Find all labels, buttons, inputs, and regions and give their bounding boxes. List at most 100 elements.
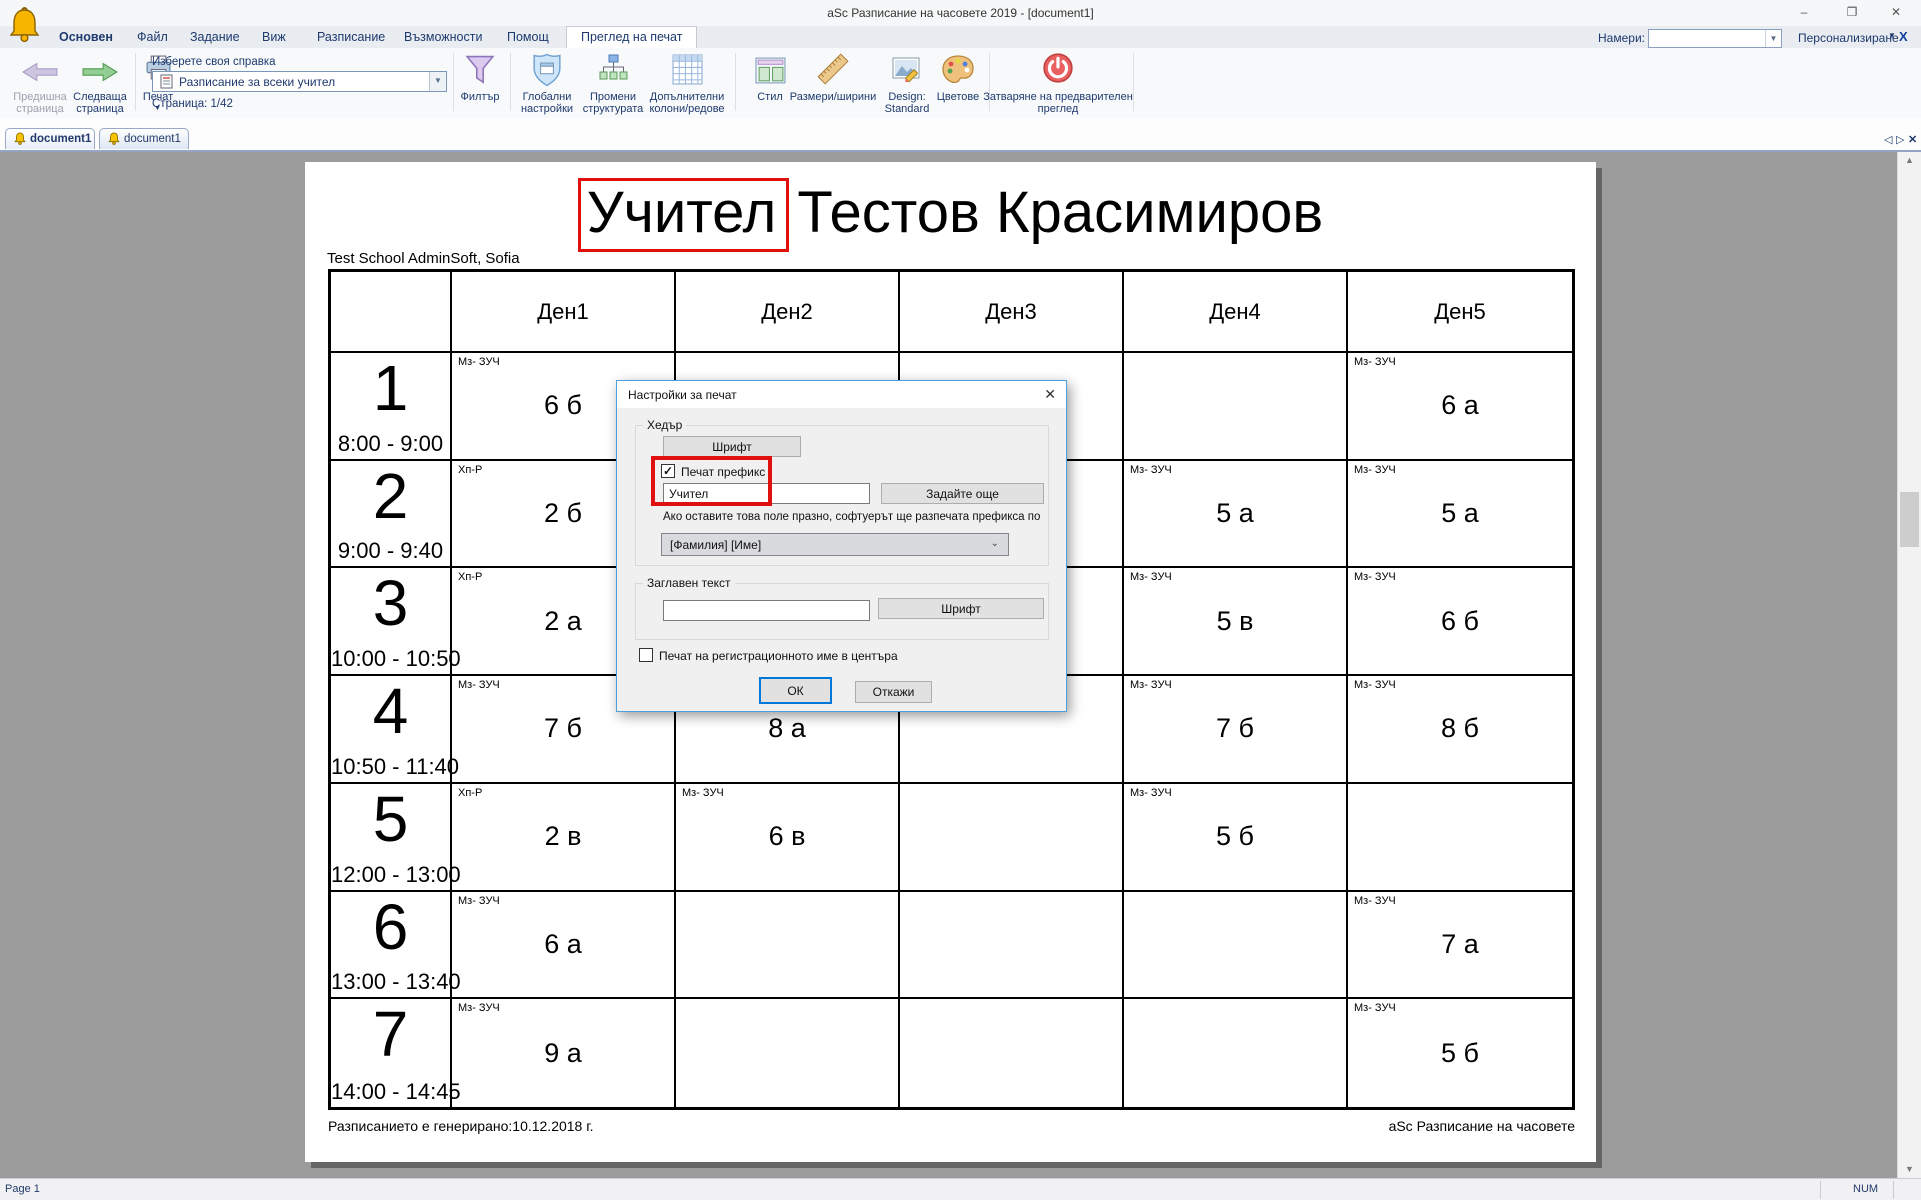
application-window: aSc Разписание на часовете 2019 - [docum… (0, 0, 1921, 1200)
scroll-up-icon[interactable]: ▲ (1898, 152, 1921, 169)
colors-button[interactable]: Цветове (933, 91, 983, 103)
school-name: Test School AdminSoft, Sofia (327, 250, 520, 267)
tab-print-preview[interactable]: Преглед на печат (566, 26, 697, 48)
lesson-cell (900, 999, 1124, 1107)
dialog-title-bar[interactable]: Настройки за печат ✕ (617, 381, 1066, 408)
annotation-red-box (651, 456, 772, 506)
document-tab-2[interactable]: document1 (99, 128, 189, 149)
lesson-class: 7 а (1348, 892, 1572, 998)
filter-button[interactable]: Филтър (455, 91, 505, 103)
close-preview-button[interactable]: Затваряне на предварителен преглед (983, 91, 1133, 115)
report-combobox-value: Разписание за всеки учител (179, 75, 335, 89)
chevron-down-icon[interactable]: ⌄ (991, 538, 999, 549)
center-name-label[interactable]: Печат на регистрационното име в центъра (659, 649, 898, 663)
report-select-label: Изберете своя справка (152, 56, 276, 68)
page-counter: Страница: 1/42 (152, 98, 233, 110)
scroll-down-icon[interactable]: ▼ (1898, 1161, 1921, 1178)
lesson-class: 5 в (1124, 568, 1346, 674)
tab-close-icon[interactable]: ✕ (1908, 133, 1917, 146)
define-more-button[interactable]: Задайте още (881, 483, 1044, 504)
period-time: 9:00 - 9:40 (331, 538, 450, 564)
extra-columns-icon[interactable] (672, 54, 703, 90)
next-page-button[interactable]: Следваща страница (67, 91, 133, 115)
chevron-down-icon[interactable]: ▼ (429, 72, 446, 91)
report-combobox[interactable]: Разписание за всеки учител ▼ (152, 71, 447, 92)
period-time: 12:00 - 13:00 (331, 862, 450, 888)
lesson-cell (900, 784, 1124, 892)
tab-scroll-right-icon[interactable]: ▷ (1896, 133, 1904, 146)
extra-columns-button[interactable]: Допълнителни колони/редове (645, 91, 729, 115)
app-bell-icon[interactable] (9, 4, 40, 49)
menu-item-6[interactable]: Възможности (404, 30, 482, 44)
lesson-cell: Мз- ЗУЧ6 а (452, 892, 676, 1000)
name-format-dropdown[interactable]: [Фамилия] [Име] ⌄ (661, 533, 1009, 556)
menu-item-2[interactable]: Файл (137, 30, 168, 44)
close-button[interactable]: ✕ (1885, 2, 1907, 22)
find-label: Намери: (1598, 31, 1645, 45)
title-text-input[interactable] (663, 600, 870, 621)
lesson-class: 5 а (1348, 461, 1572, 567)
ribbon-tab-row: Основен Файл Задание Виж Разписание Възможнос… (0, 26, 1921, 49)
ok-button[interactable]: ОК (759, 677, 832, 704)
lesson-cell (1124, 892, 1348, 1000)
tab-scroll-left-icon[interactable]: ◁ (1884, 133, 1892, 146)
find-input[interactable]: ▼ (1648, 29, 1782, 48)
document-tab-strip: document1 document1 ◁ ▷ ✕ (0, 118, 1921, 150)
header-font-button[interactable]: Шрифт (663, 436, 801, 457)
design-icon[interactable] (892, 56, 922, 89)
lesson-class: 9 а (452, 999, 674, 1107)
ruler-icon[interactable] (817, 53, 849, 90)
center-name-checkbox[interactable] (639, 648, 653, 662)
dialog-close-icon[interactable]: ✕ (1044, 386, 1056, 403)
personalize-close-icon[interactable]: X (1899, 29, 1908, 44)
title-bar: aSc Разписание на часовете 2019 - [docum… (0, 0, 1921, 26)
global-settings-icon[interactable] (532, 53, 562, 92)
filter-icon[interactable] (465, 54, 495, 92)
document-tab-1[interactable]: document1 (5, 128, 95, 149)
previous-page-button[interactable]: Предишна страница (7, 91, 73, 115)
next-page-icon[interactable] (82, 62, 118, 87)
period-number: 3 (331, 570, 450, 636)
menu-item-4[interactable]: Виж (262, 30, 286, 44)
chevron-down-icon[interactable]: ▼ (1765, 30, 1781, 47)
personalize-menu[interactable]: Персонализиране (1798, 31, 1899, 45)
brand-footer: aSc Разписание на часовете (1389, 1118, 1575, 1134)
period-number: 2 (331, 463, 450, 529)
previous-page-icon[interactable] (22, 62, 58, 87)
report-icon (159, 74, 174, 89)
status-num: NUM (1853, 1183, 1878, 1195)
timetable-corner-cell (331, 272, 452, 353)
personalize-caret-icon[interactable]: ▼ (1888, 31, 1896, 40)
document-tab-label: document1 (124, 133, 181, 145)
vertical-scrollbar[interactable]: ▲ ▼ (1897, 152, 1921, 1180)
style-icon[interactable] (755, 57, 786, 89)
period-time: 14:00 - 14:45 (331, 1079, 450, 1105)
design-standard-button[interactable]: Design: Standard (879, 91, 935, 115)
menu-item-5[interactable]: Разписание (317, 30, 385, 44)
change-structure-button[interactable]: Промени структурата (581, 91, 645, 115)
menu-item-7[interactable]: Помощ (507, 30, 549, 44)
period-cell-3: 310:00 - 10:50 (331, 568, 452, 676)
lesson-cell: Мз- ЗУЧ5 б (1124, 784, 1348, 892)
global-settings-button[interactable]: Глобални настройки (517, 91, 577, 115)
close-preview-power-icon[interactable] (1042, 52, 1074, 89)
lesson-cell: Мз- ЗУЧ9 а (452, 999, 676, 1107)
sizes-widths-button[interactable]: Размери/ширини (780, 91, 886, 103)
lesson-class: 6 а (1348, 353, 1572, 459)
maximize-button[interactable]: ❐ (1841, 2, 1863, 22)
status-bar: Page 1 NUM (0, 1178, 1921, 1200)
scrollbar-thumb[interactable] (1900, 492, 1919, 547)
period-number: 6 (331, 894, 450, 960)
lesson-cell: Мз- ЗУЧ5 а (1348, 461, 1572, 569)
menu-item-3[interactable]: Задание (190, 30, 240, 44)
title-font-button[interactable]: Шрифт (878, 598, 1044, 619)
change-structure-icon[interactable] (598, 54, 629, 90)
cancel-button[interactable]: Откажи (855, 681, 932, 703)
colors-palette-icon[interactable] (942, 55, 974, 89)
page-title: УчителТестов Красимиров (305, 178, 1596, 252)
period-cell-2: 2 9:00 - 9:40 (331, 461, 452, 569)
window-title: aSc Разписание на часовете 2019 - [docum… (0, 6, 1921, 20)
period-number: 5 (331, 786, 450, 852)
menu-item-1[interactable]: Основен (59, 30, 113, 44)
minimize-button[interactable]: – (1793, 2, 1815, 22)
